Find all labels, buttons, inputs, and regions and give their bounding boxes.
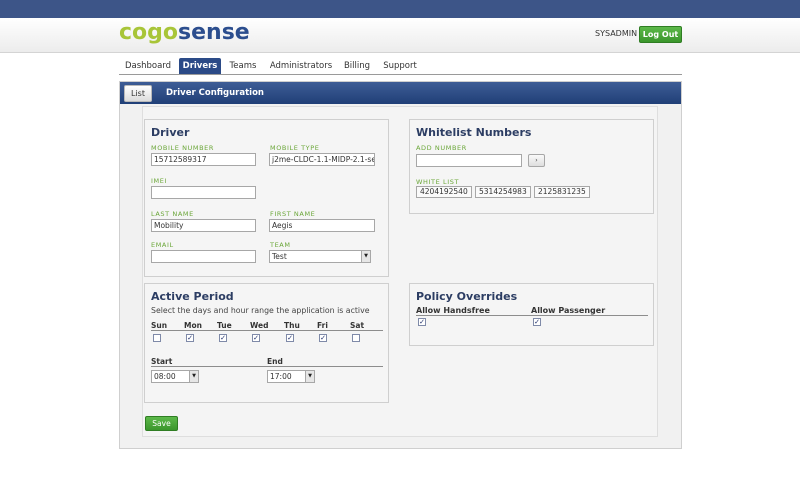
- whitelist-panel: Whitelist Numbers ADD NUMBER › WHITE LIS…: [409, 119, 654, 214]
- add-number-label: ADD NUMBER: [416, 144, 467, 152]
- day-label-sat: Sat: [350, 321, 365, 330]
- white-list-label: WHITE LIST: [416, 178, 460, 186]
- day-label-thu: Thu: [284, 321, 300, 330]
- active-period-subtitle: Select the days and hour range the appli…: [151, 306, 370, 315]
- driver-title: Driver: [151, 126, 190, 139]
- mobile-type-input[interactable]: j2me-CLDC-1.1-MIDP-2.1-se_4: [269, 153, 375, 166]
- logout-button[interactable]: Log Out: [639, 26, 682, 43]
- white-list-number[interactable]: 5314254983: [475, 186, 531, 198]
- driver-panel: Driver MOBILE NUMBER 15712589317 MOBILE …: [144, 119, 389, 277]
- day-checkbox-sat[interactable]: [352, 334, 360, 342]
- end-time-select[interactable]: 17:00 ▼: [267, 370, 315, 383]
- policy-title: Policy Overrides: [416, 290, 518, 303]
- white-list-number[interactable]: 4204192540: [416, 186, 472, 198]
- white-list-number[interactable]: 2125831235: [534, 186, 590, 198]
- list-button[interactable]: List: [124, 85, 152, 102]
- day-label-mon: Mon: [184, 321, 202, 330]
- tab-divider: [119, 74, 682, 75]
- first-name-label: FIRST NAME: [270, 210, 316, 218]
- username-label: SYSADMIN: [595, 29, 638, 38]
- tab-dashboard[interactable]: Dashboard: [119, 58, 177, 74]
- allow-handsfree-checkbox[interactable]: ✓: [418, 318, 426, 326]
- last-name-input[interactable]: Mobility: [151, 219, 256, 232]
- divider: [151, 330, 383, 331]
- day-checkbox-wed[interactable]: ✓: [252, 334, 260, 342]
- tab-billing[interactable]: Billing: [339, 58, 375, 74]
- chevron-down-icon: ▼: [189, 371, 198, 382]
- white-list: 4204192540 5314254983 2125831235: [416, 186, 646, 200]
- top-bar: [0, 0, 800, 18]
- active-period-title: Active Period: [151, 290, 234, 303]
- policy-overrides-panel: Policy Overrides Allow Handsfree Allow P…: [409, 283, 654, 346]
- day-checkbox-tue[interactable]: ✓: [219, 334, 227, 342]
- save-button[interactable]: Save: [145, 416, 178, 431]
- team-label: TEAM: [270, 241, 291, 249]
- tab-administrators[interactable]: Administrators: [265, 58, 337, 74]
- email-input[interactable]: [151, 250, 256, 263]
- day-checkbox-sun[interactable]: [153, 334, 161, 342]
- mobile-number-label: MOBILE NUMBER: [151, 144, 215, 152]
- mobile-number-input[interactable]: 15712589317: [151, 153, 256, 166]
- day-label-wed: Wed: [250, 321, 269, 330]
- day-label-fri: Fri: [317, 321, 328, 330]
- start-time-select[interactable]: 08:00 ▼: [151, 370, 199, 383]
- header: cogosense SYSADMIN Log Out: [0, 18, 800, 53]
- mobile-type-label: MOBILE TYPE: [270, 144, 320, 152]
- end-label: End: [267, 357, 283, 366]
- team-select[interactable]: Test ▼: [269, 250, 371, 263]
- whitelist-title: Whitelist Numbers: [416, 126, 532, 139]
- divider: [416, 315, 648, 316]
- add-number-input[interactable]: [416, 154, 522, 167]
- imei-input[interactable]: [151, 186, 256, 199]
- chevron-down-icon: ▼: [305, 371, 314, 382]
- subnav-bar: List Driver Configuration: [120, 82, 681, 104]
- divider: [151, 366, 383, 367]
- chevron-down-icon: ▼: [361, 251, 370, 262]
- imei-label: IMEI: [151, 177, 167, 185]
- day-checkbox-fri[interactable]: ✓: [319, 334, 327, 342]
- allow-handsfree-label: Allow Handsfree: [416, 306, 490, 315]
- day-checkbox-mon[interactable]: ✓: [186, 334, 194, 342]
- start-label: Start: [151, 357, 173, 366]
- day-label-sun: Sun: [151, 321, 168, 330]
- tab-teams[interactable]: Teams: [223, 58, 263, 74]
- allow-passenger-checkbox[interactable]: ✓: [533, 318, 541, 326]
- day-label-tue: Tue: [217, 321, 232, 330]
- active-period-panel: Active Period Select the days and hour r…: [144, 283, 389, 403]
- email-label: EMAIL: [151, 241, 174, 249]
- allow-passenger-label: Allow Passenger: [531, 306, 606, 315]
- day-checkbox-thu[interactable]: ✓: [286, 334, 294, 342]
- logo[interactable]: cogosense: [119, 20, 250, 45]
- last-name-label: LAST NAME: [151, 210, 194, 218]
- tab-drivers[interactable]: Drivers: [179, 58, 221, 74]
- tab-support[interactable]: Support: [379, 58, 421, 74]
- add-number-button[interactable]: ›: [528, 154, 545, 167]
- page-title: Driver Configuration: [166, 88, 264, 98]
- first-name-input[interactable]: Aegis: [269, 219, 375, 232]
